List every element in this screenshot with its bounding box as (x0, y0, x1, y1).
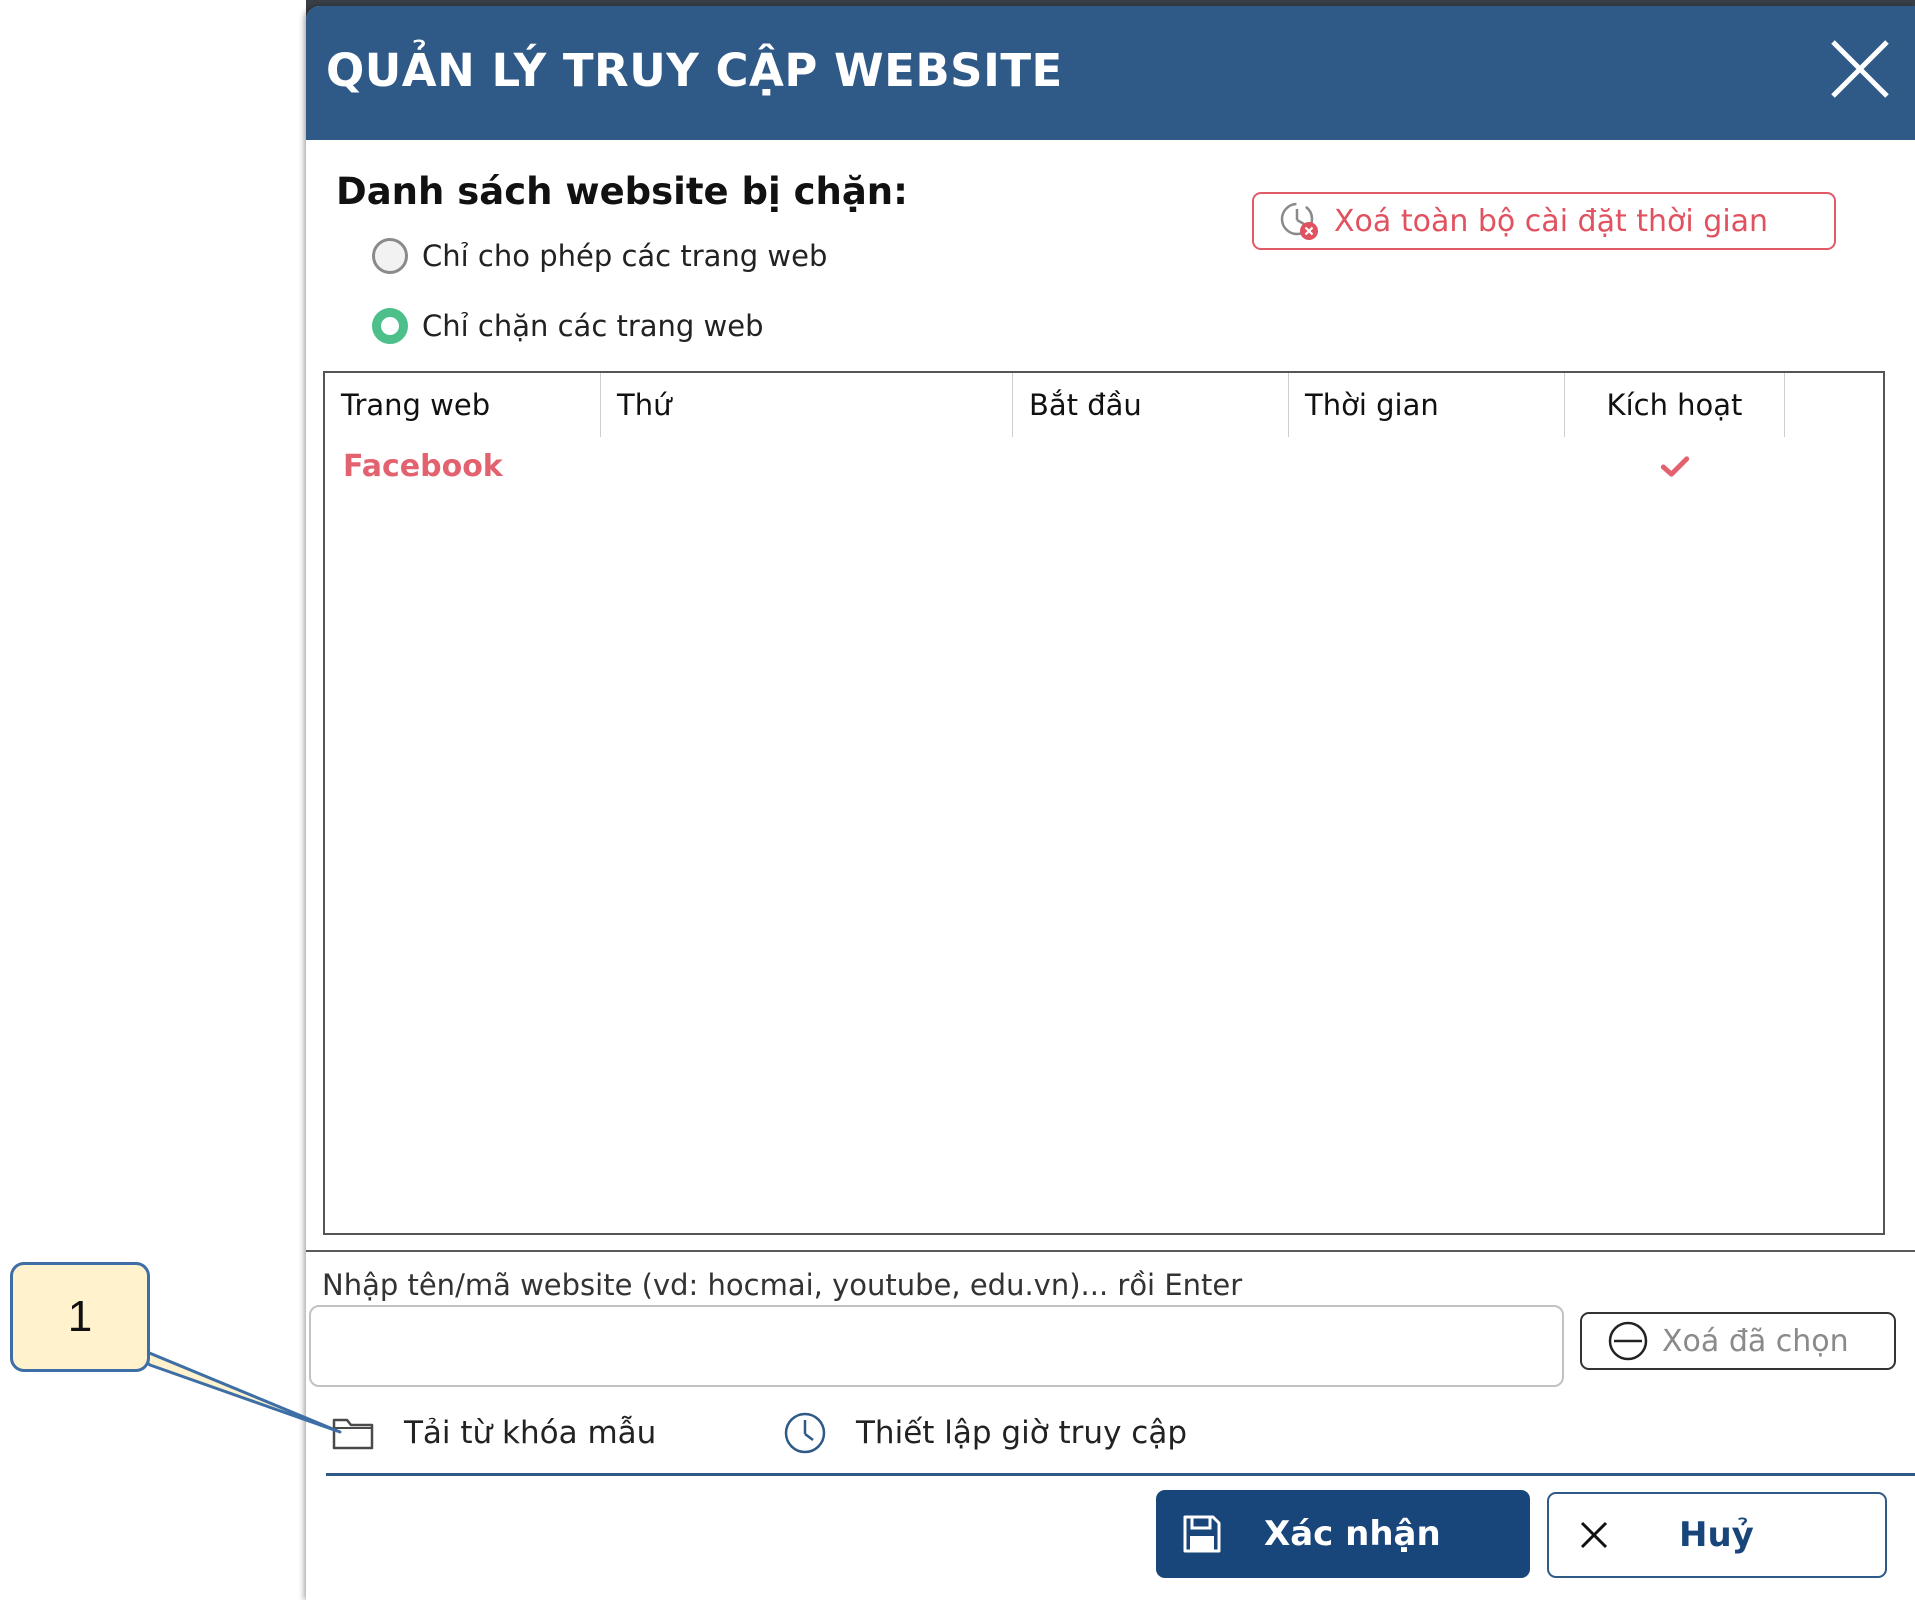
clock-icon (784, 1412, 826, 1454)
confirm-button[interactable]: Xác nhận (1156, 1490, 1530, 1578)
column-header-days[interactable]: Thứ (601, 373, 1013, 437)
cell-active[interactable] (1565, 443, 1785, 491)
column-header-website[interactable]: Trang web (325, 373, 601, 437)
clear-all-time-settings-label: Xoá toàn bộ cài đặt thời gian (1334, 203, 1769, 239)
column-header-duration[interactable]: Thời gian (1289, 373, 1565, 437)
close-button[interactable] (1827, 36, 1893, 102)
cell-website: Facebook (343, 449, 503, 484)
dialog-titlebar: QUẢN LÝ TRUY CẬP WEBSITE (306, 6, 1915, 140)
set-access-time-label: Thiết lập giờ truy cập (856, 1415, 1187, 1451)
radio-allow-only-label: Chỉ cho phép các trang web (422, 239, 828, 273)
minus-circle-icon (1608, 1321, 1648, 1361)
column-header-active[interactable]: Kích hoạt (1565, 373, 1785, 437)
remove-selected-button[interactable]: Xoá đã chọn (1580, 1312, 1896, 1370)
load-sample-keywords-link[interactable]: Tải từ khóa mẫu (330, 1410, 656, 1456)
radio-block-only[interactable]: Chỉ chặn các trang web (372, 308, 764, 344)
radio-button-unchecked[interactable] (372, 238, 408, 274)
annotation-callout: 1 (10, 1262, 150, 1372)
save-icon (1183, 1515, 1221, 1553)
set-access-time-link[interactable]: Thiết lập giờ truy cập (782, 1410, 1187, 1456)
close-icon (1580, 1521, 1608, 1549)
section-divider (306, 1250, 1915, 1252)
load-sample-keywords-label: Tải từ khóa mẫu (404, 1415, 657, 1451)
website-input[interactable] (309, 1305, 1564, 1387)
footer-divider (326, 1473, 1915, 1476)
cancel-label: Huỷ (1679, 1515, 1754, 1555)
column-header-start[interactable]: Bắt đầu (1013, 373, 1289, 437)
radio-button-checked[interactable] (372, 308, 408, 344)
dialog-title: QUẢN LÝ TRUY CẬP WEBSITE (326, 44, 1063, 97)
table-header: Trang web Thứ Bắt đầu Thời gian Kích hoạ… (325, 373, 1883, 437)
checkmark-icon (1660, 456, 1690, 477)
close-icon (1831, 40, 1889, 98)
clear-all-time-settings-button[interactable]: Xoá toàn bộ cài đặt thời gian (1252, 192, 1836, 250)
cancel-button[interactable]: Huỷ (1547, 1492, 1887, 1578)
clock-x-icon (1280, 202, 1318, 240)
table-row[interactable]: Facebook (325, 443, 1883, 491)
folder-icon (332, 1418, 374, 1450)
website-table[interactable]: Trang web Thứ Bắt đầu Thời gian Kích hoạ… (323, 371, 1885, 1235)
remove-selected-label: Xoá đã chọn (1662, 1323, 1849, 1359)
confirm-label: Xác nhận (1264, 1514, 1441, 1554)
website-access-dialog: QUẢN LÝ TRUY CẬP WEBSITE Danh sách websi… (306, 6, 1915, 1600)
blocked-list-label: Danh sách website bị chặn: (336, 170, 908, 213)
radio-block-only-label: Chỉ chặn các trang web (422, 309, 764, 343)
callout-number: 1 (67, 1292, 93, 1341)
radio-allow-only[interactable]: Chỉ cho phép các trang web (372, 238, 827, 274)
website-input-hint: Nhập tên/mã website (vd: hocmai, youtube… (322, 1268, 1243, 1302)
